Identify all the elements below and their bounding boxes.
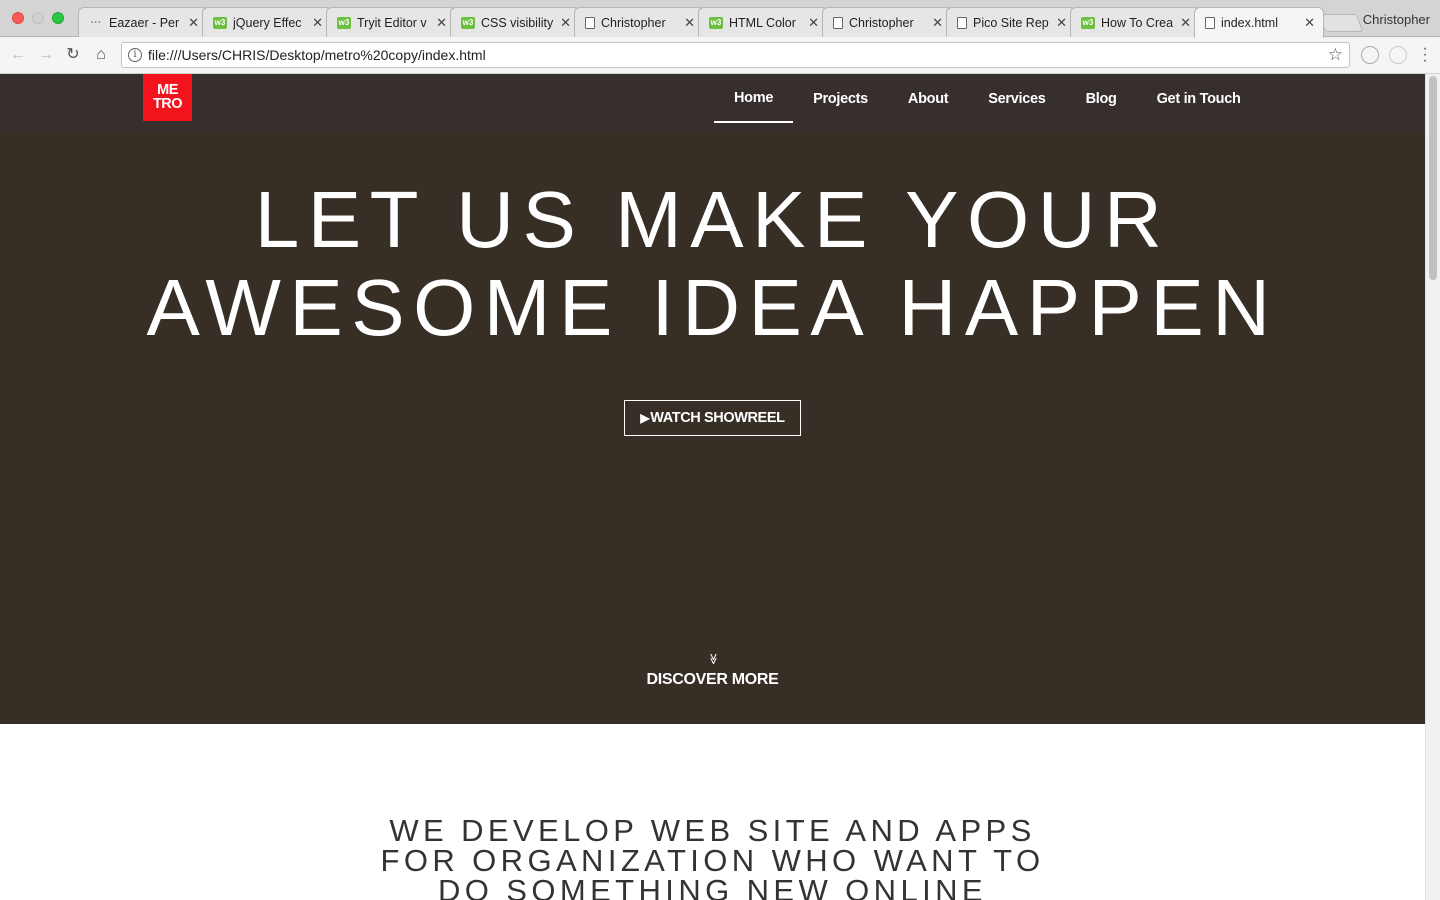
discover-more-link[interactable]: ≫ DISCOVER MORE bbox=[0, 649, 1425, 689]
scrollbar-thumb[interactable] bbox=[1429, 76, 1437, 280]
minimize-window-button[interactable] bbox=[32, 12, 44, 24]
document-icon bbox=[585, 16, 595, 29]
page-viewport: ME TRO Home Projects About Services Blog Get … bbox=[0, 74, 1425, 900]
maximize-window-button[interactable] bbox=[52, 12, 64, 24]
nav-item-home[interactable]: Home bbox=[714, 74, 794, 123]
browser-tab[interactable]: w3 Tryit Editor v ✕ bbox=[326, 7, 456, 37]
watch-showreel-button[interactable]: ▶ WATCH SHOWREEL bbox=[624, 400, 801, 436]
browser-tab[interactable]: w3 jQuery Effec ✕ bbox=[202, 7, 332, 37]
close-tab-icon[interactable]: ✕ bbox=[808, 15, 819, 31]
w3schools-icon: w3 bbox=[1081, 16, 1095, 29]
browser-tab-label: HTML Color bbox=[729, 15, 796, 30]
main-navigation: Home Projects About Services Blog Get in Touc… bbox=[714, 74, 1261, 132]
browser-toolbar: ← → ↻ ⌂ i file:///Users/CHRIS/Desktop/me… bbox=[0, 37, 1440, 74]
close-tab-icon[interactable]: ✕ bbox=[436, 15, 447, 31]
browser-tab-label: Tryit Editor v bbox=[357, 15, 427, 30]
site-logo[interactable]: ME TRO bbox=[143, 74, 192, 121]
browser-tab-label: CSS visibility bbox=[481, 15, 554, 30]
document-icon bbox=[1205, 17, 1215, 29]
new-tab-button[interactable] bbox=[1318, 14, 1364, 32]
loading-icon: ··· bbox=[90, 16, 102, 29]
back-arrow-icon[interactable]: ← bbox=[8, 45, 28, 65]
document-icon bbox=[833, 16, 843, 29]
hero-section: LET US MAKE YOUR AWESOME IDEA HAPPEN ▶ W… bbox=[0, 132, 1425, 724]
home-icon[interactable]: ⌂ bbox=[91, 45, 111, 65]
browser-tab-label: Christopher bbox=[849, 15, 914, 30]
page-scrollbar[interactable] bbox=[1425, 74, 1440, 900]
extension-icon[interactable] bbox=[1389, 46, 1407, 64]
info-icon[interactable]: i bbox=[128, 48, 142, 62]
bookmark-star-icon[interactable]: ☆ bbox=[1328, 45, 1343, 65]
browser-tab[interactable]: index.html ✕ bbox=[1194, 7, 1324, 38]
w3schools-icon: w3 bbox=[213, 16, 227, 29]
browser-tab-label: index.html bbox=[1221, 16, 1278, 30]
nav-item-get-in-touch[interactable]: Get in Touch bbox=[1137, 74, 1261, 123]
close-window-button[interactable] bbox=[12, 12, 24, 24]
site-header: ME TRO Home Projects About Services Blog Get … bbox=[0, 74, 1425, 132]
address-bar[interactable]: i file:///Users/CHRIS/Desktop/metro%20co… bbox=[121, 42, 1350, 68]
close-tab-icon[interactable]: ✕ bbox=[1180, 15, 1191, 31]
browser-tab-label: Eazaer - Per bbox=[109, 15, 180, 30]
nav-item-blog[interactable]: Blog bbox=[1066, 74, 1137, 123]
browser-tab[interactable]: Christopher ✕ bbox=[822, 7, 952, 37]
w3schools-icon: w3 bbox=[709, 16, 723, 29]
address-bar-url[interactable]: file:///Users/CHRIS/Desktop/metro%20copy… bbox=[148, 47, 486, 63]
browser-tab[interactable]: Pico Site Rep ✕ bbox=[946, 7, 1076, 37]
chevron-down-icon: ≫ bbox=[706, 653, 719, 665]
browser-menu-icon[interactable]: · · · bbox=[1422, 41, 1428, 69]
browser-tab-label: Pico Site Rep bbox=[973, 15, 1049, 30]
forward-arrow-icon[interactable]: → bbox=[36, 45, 56, 65]
intro-section: WE DEVELOP WEB SITE AND APPS FOR ORGANIZ… bbox=[0, 724, 1425, 900]
hero-headline: LET US MAKE YOUR AWESOME IDEA HAPPEN bbox=[0, 176, 1425, 352]
intro-heading: WE DEVELOP WEB SITE AND APPS FOR ORGANIZ… bbox=[0, 815, 1425, 900]
play-icon: ▶ bbox=[640, 411, 650, 425]
browser-tab-bar: ··· Eazaer - Per ✕ w3 jQuery Effec ✕ w3 Tryit E… bbox=[0, 0, 1440, 38]
close-tab-icon[interactable]: ✕ bbox=[684, 15, 695, 31]
logo-text-line2: TRO bbox=[152, 96, 183, 112]
browser-tab-label: Christopher bbox=[601, 15, 666, 30]
close-tab-icon[interactable]: ✕ bbox=[1056, 15, 1067, 31]
browser-tab[interactable]: ··· Eazaer - Per ✕ bbox=[78, 7, 208, 37]
w3schools-icon: w3 bbox=[461, 16, 475, 29]
profile-name[interactable]: Christopher bbox=[1363, 12, 1430, 27]
browser-tab[interactable]: Christopher ✕ bbox=[574, 7, 704, 37]
reload-icon[interactable]: ↻ bbox=[63, 45, 83, 65]
close-tab-icon[interactable]: ✕ bbox=[560, 15, 571, 31]
browser-tab-label: jQuery Effec bbox=[233, 15, 302, 30]
hero-headline-line1: LET US MAKE YOUR bbox=[254, 175, 1171, 264]
extension-icon[interactable] bbox=[1361, 46, 1379, 64]
hero-headline-line2: AWESOME IDEA HAPPEN bbox=[146, 263, 1279, 352]
close-tab-icon[interactable]: ✕ bbox=[188, 15, 199, 31]
document-icon bbox=[957, 16, 967, 29]
nav-item-about[interactable]: About bbox=[888, 74, 968, 123]
close-tab-icon[interactable]: ✕ bbox=[1304, 15, 1315, 31]
watch-showreel-label: WATCH SHOWREEL bbox=[650, 410, 785, 426]
nav-item-services[interactable]: Services bbox=[968, 74, 1065, 123]
nav-item-projects[interactable]: Projects bbox=[793, 74, 888, 123]
discover-more-label: DISCOVER MORE bbox=[646, 671, 779, 688]
close-tab-icon[interactable]: ✕ bbox=[932, 15, 943, 31]
browser-tab[interactable]: w3 How To Crea ✕ bbox=[1070, 7, 1200, 37]
browser-tab-label: How To Crea bbox=[1101, 15, 1174, 30]
close-tab-icon[interactable]: ✕ bbox=[312, 15, 323, 31]
intro-heading-line3: DO SOMETHING NEW ONLINE bbox=[437, 873, 987, 900]
w3schools-icon: w3 bbox=[337, 16, 351, 29]
browser-tab[interactable]: w3 HTML Color ✕ bbox=[698, 7, 828, 37]
browser-tab[interactable]: w3 CSS visibility ✕ bbox=[450, 7, 580, 37]
